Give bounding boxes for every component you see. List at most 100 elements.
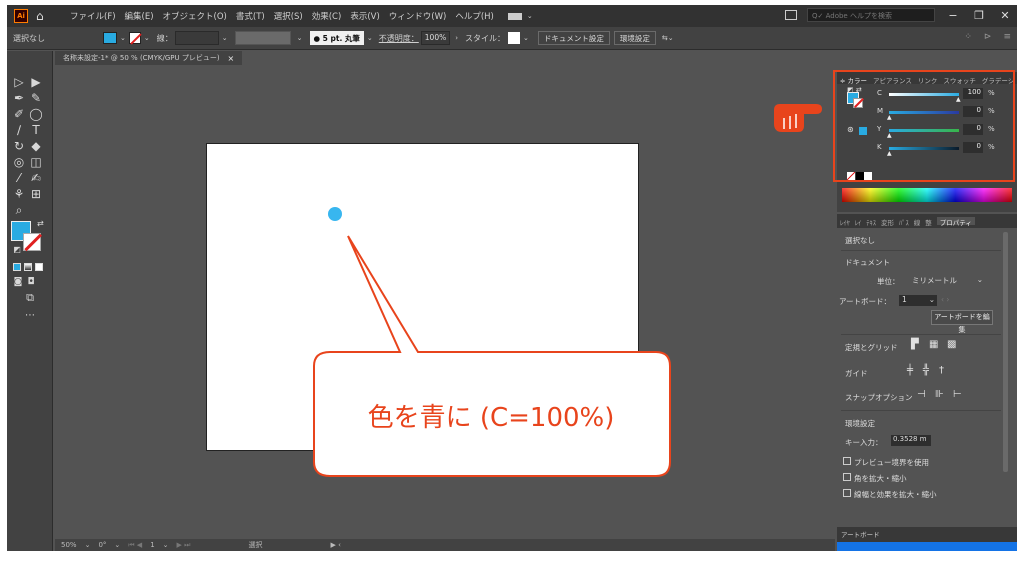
document-setup-button[interactable]: ドキュメント設定 xyxy=(537,31,610,45)
menu-effect[interactable]: 効果(C) xyxy=(312,10,342,22)
artboard-nav-prev-icon[interactable]: ⏮ ◀ xyxy=(128,541,142,550)
panel-scrollbar[interactable] xyxy=(1003,232,1008,472)
ellipse-tool-icon[interactable]: ◯ xyxy=(29,107,43,121)
chevron-right-icon[interactable]: › xyxy=(455,34,458,42)
opacity-label[interactable]: 不透明度： xyxy=(379,33,419,44)
menu-edit[interactable]: 編集(E) xyxy=(125,10,154,22)
graphic-style-swatch[interactable] xyxy=(508,32,521,44)
menu-view[interactable]: 表示(V) xyxy=(350,10,379,22)
chevron-down-icon[interactable]: ⌄ xyxy=(523,34,529,42)
snap-icon[interactable]: ⊳ xyxy=(984,32,992,42)
selected-circle-shape[interactable] xyxy=(328,207,342,221)
menu-help[interactable]: ヘルプ(H) xyxy=(455,10,494,22)
key-input-field[interactable]: 0.3528 m xyxy=(891,435,931,446)
color-spectrum[interactable] xyxy=(842,188,1012,202)
unit-dropdown[interactable]: ミリメートル ⌄ xyxy=(909,274,987,286)
help-search-input[interactable]: Q✓ Adobe ヘルプを検索 xyxy=(807,8,935,22)
preview-bounds-checkbox[interactable] xyxy=(843,457,851,465)
pen-tool-icon[interactable]: ✒ xyxy=(12,91,26,105)
symbol-sprayer-tool-icon[interactable]: ⚘ xyxy=(12,187,26,201)
snap-to-point-icon[interactable]: ⊣ xyxy=(917,389,926,400)
smart-guides-icon[interactable]: † xyxy=(939,365,944,376)
artboard-select[interactable]: 1 ⌄ xyxy=(899,295,937,306)
eyedropper-tool-icon[interactable]: ⁄ xyxy=(12,171,26,185)
menu-type[interactable]: 書式(T) xyxy=(236,10,265,22)
eraser-tool-icon[interactable]: ◆ xyxy=(29,139,43,153)
zoom-tool-icon[interactable]: ⌕ xyxy=(12,203,26,217)
column-graph-tool-icon[interactable]: ⊞ xyxy=(29,187,43,201)
panel-toggle-icon[interactable] xyxy=(785,10,797,20)
type-tool-icon[interactable]: T xyxy=(29,123,43,137)
chevron-down-icon[interactable]: ⌄ xyxy=(144,34,150,42)
default-colors-icon[interactable]: ◩ xyxy=(10,243,24,257)
color-mode-icon[interactable] xyxy=(13,263,21,271)
curvature-tool-icon[interactable]: ✎ xyxy=(29,91,43,105)
ruler-icon[interactable]: ▛ xyxy=(911,339,919,350)
chevron-down-icon[interactable]: ⌄ xyxy=(222,34,228,42)
document-tab[interactable]: 名称未設定-1* @ 50 % (CMYK/GPU プレビュー) × xyxy=(55,51,243,65)
chevron-down-icon[interactable]: ⌄ xyxy=(85,541,91,549)
free-transform-tool-icon[interactable]: ◫ xyxy=(29,155,43,169)
variable-width-profile[interactable] xyxy=(234,31,291,45)
tab-layers-2[interactable]: ﾚｲ xyxy=(855,217,862,227)
snap-to-glyph-icon[interactable]: ⊢ xyxy=(953,389,962,400)
tab-text[interactable]: ﾃｷｽ xyxy=(866,217,876,227)
gradient-mode-icon[interactable] xyxy=(24,263,32,271)
artboard-nav-next-icon[interactable]: ▶ ⏭ xyxy=(177,541,191,550)
stroke-swatch[interactable] xyxy=(128,32,141,44)
tab-stroke[interactable]: 線 xyxy=(914,217,921,227)
home-icon[interactable]: ⌂ xyxy=(36,10,48,22)
menu-file[interactable]: ファイル(F) xyxy=(70,10,116,22)
snap-to-pixel-icon[interactable]: ⊪ xyxy=(935,389,944,400)
selection-tool-icon[interactable]: ▷ xyxy=(12,75,26,89)
pencil-tool-icon[interactable]: ∕ xyxy=(12,123,26,137)
stroke-color-swatch[interactable] xyxy=(23,233,41,251)
more-tools-icon[interactable]: ⋯ xyxy=(23,309,37,323)
scale-corners-checkbox[interactable] xyxy=(843,473,851,481)
workspace-layout-button[interactable]: ⌄ xyxy=(507,12,536,20)
draw-behind-icon[interactable]: ◘ xyxy=(24,275,38,289)
close-icon[interactable]: × xyxy=(228,54,235,63)
stroke-weight-field[interactable] xyxy=(174,31,219,45)
brush-definition[interactable]: ● 5 pt. 丸筆 xyxy=(309,31,364,45)
artboards-panel-title[interactable]: アートボード xyxy=(841,529,880,539)
rotation-value[interactable]: 0° xyxy=(98,541,106,549)
chevron-down-icon[interactable]: ⌄ xyxy=(297,34,303,42)
artboard-row[interactable] xyxy=(837,542,1017,551)
screen-mode-icon[interactable]: ⧉ xyxy=(23,291,37,305)
lock-guides-icon[interactable]: ╬ xyxy=(923,365,929,376)
align-icon[interactable]: ⁘ xyxy=(964,32,972,42)
menu-object[interactable]: オブジェクト(O) xyxy=(163,10,227,22)
tab-align[interactable]: 整 xyxy=(925,217,932,227)
minimize-icon[interactable]: − xyxy=(945,9,961,22)
arrange-documents-icon[interactable]: ⇆⌄ xyxy=(662,34,674,42)
tab-transform[interactable]: 変形 xyxy=(881,217,894,227)
fill-swatch[interactable] xyxy=(103,32,117,44)
menu-window[interactable]: ウィンドウ(W) xyxy=(389,10,447,22)
chevron-down-icon[interactable]: ⌄ xyxy=(114,541,120,549)
direct-selection-tool-icon[interactable]: ▶ xyxy=(29,75,43,89)
maximize-icon[interactable]: ❐ xyxy=(971,9,987,22)
artboard-number[interactable]: 1 xyxy=(150,541,154,549)
swap-fill-stroke-icon[interactable]: ⇄ xyxy=(37,219,44,228)
none-mode-icon[interactable] xyxy=(35,263,43,271)
tab-pathfinder[interactable]: ﾊﾟｽ xyxy=(899,217,909,227)
close-icon[interactable]: ✕ xyxy=(997,9,1013,22)
panel-menu-icon[interactable]: ≡ xyxy=(1003,32,1011,42)
draw-mode-icon[interactable]: ◙ xyxy=(11,275,25,289)
show-guides-icon[interactable]: ╪ xyxy=(907,365,913,376)
transparency-grid-icon[interactable]: ▩ xyxy=(947,339,956,350)
chevron-down-icon[interactable]: ⌄ xyxy=(367,34,373,42)
zoom-level[interactable]: 50% xyxy=(61,541,77,549)
scale-strokes-checkbox[interactable] xyxy=(843,489,851,497)
tab-properties[interactable]: プロパティ xyxy=(936,217,975,227)
status-menu-icon[interactable]: ▶ ‹ xyxy=(330,541,340,549)
edit-artboard-button[interactable]: アートボードを編集 xyxy=(931,310,993,334)
grid-icon[interactable]: ▦ xyxy=(929,339,938,350)
chevron-down-icon[interactable]: ⌄ xyxy=(163,541,169,549)
preferences-button[interactable]: 環境設定 xyxy=(613,31,656,45)
tab-layers[interactable]: ﾚｲﾔ xyxy=(840,217,850,227)
chevron-down-icon[interactable]: ⌄ xyxy=(120,34,126,42)
menu-select[interactable]: 選択(S) xyxy=(274,10,303,22)
blend-tool-icon[interactable]: ✍ xyxy=(29,171,43,185)
